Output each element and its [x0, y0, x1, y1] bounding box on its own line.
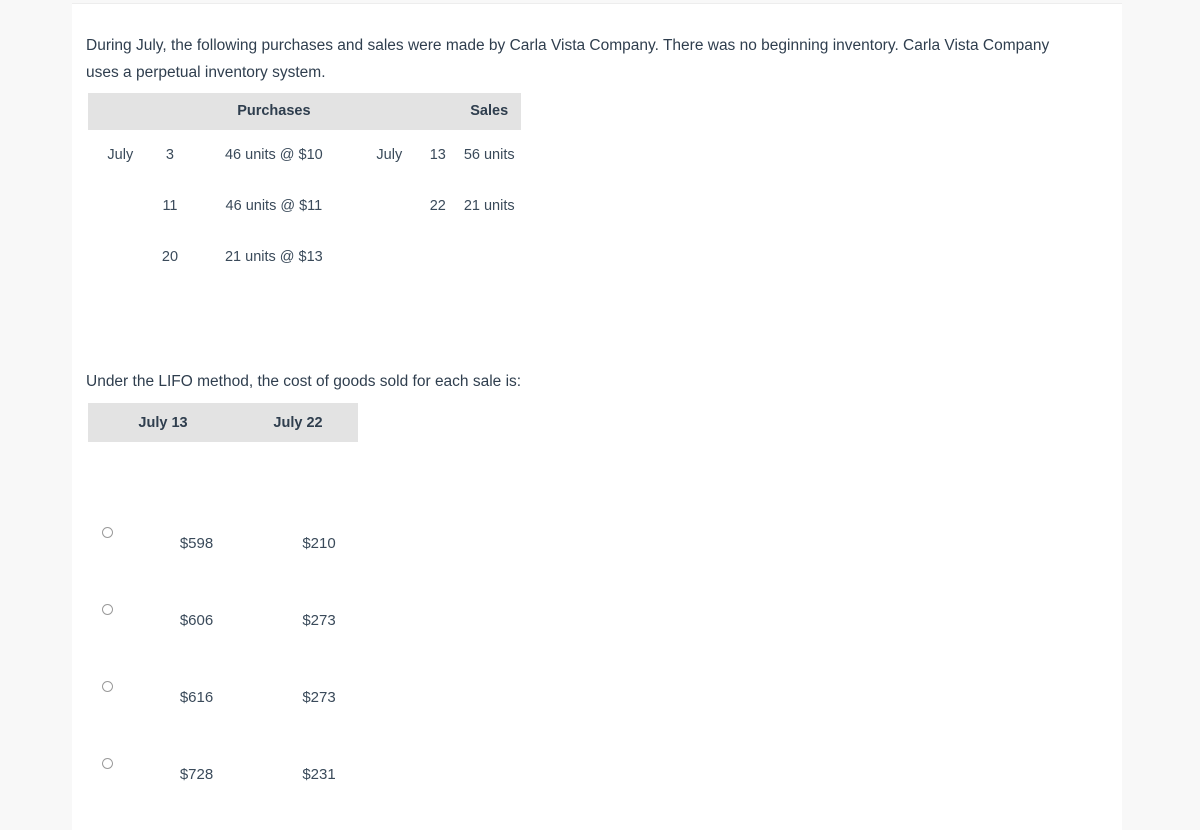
answer-option-3[interactable]: $616 $273 [88, 669, 408, 746]
cell-sale-detail: 56 units [463, 147, 515, 163]
answer-options-list: $598 $210 $606 $273 $616 $273 $728 $231 [88, 515, 408, 823]
answer-option-3-july-13: $616 [179, 689, 214, 706]
answer-option-1-july-22: $210 [302, 535, 336, 552]
answer-option-2[interactable]: $606 $273 [88, 592, 408, 669]
cell-sale-day [418, 232, 457, 283]
cell-purchase-month [88, 232, 153, 283]
header-blank-day [152, 93, 188, 130]
answer-option-4-values: $728 $231 [134, 766, 379, 783]
answer-option-3-values: $616 $273 [134, 689, 379, 706]
cell-purchase-detail: 21 units @ $13 [224, 249, 323, 265]
cell-purchase-day: 20 [161, 249, 179, 265]
cell-sale-detail: 21 units [463, 198, 515, 214]
table-row: 20 21 units @ $13 [88, 232, 521, 283]
answer-option-2-july-13: $606 [179, 612, 214, 629]
purchases-sales-table: Purchases Sales July 3 46 units @ $10 Ju… [88, 93, 521, 283]
answers-header-row: July 13 July 22 [88, 403, 358, 442]
answer-option-3-july-22: $273 [302, 689, 336, 706]
header-sales: Sales [457, 93, 521, 130]
answers-header-july-13: July 13 [138, 414, 188, 431]
lifo-question-prompt: Under the LIFO method, the cost of goods… [86, 372, 522, 390]
cell-purchase-day: 11 [162, 198, 178, 214]
cell-sale-month: July [376, 147, 403, 163]
answer-option-1-july-13: $598 [179, 535, 214, 552]
purchases-sales-table-head: Purchases Sales [88, 93, 521, 130]
cell-purchase-detail: 46 units @ $10 [224, 147, 323, 163]
question-card: During July, the following purchases and… [72, 3, 1122, 830]
cell-sale-detail [457, 232, 521, 283]
cell-sale-day: 13 [429, 147, 446, 163]
cell-purchase-month: July [107, 147, 134, 163]
table-row: 11 46 units @ $11 22 21 units [88, 181, 521, 232]
header-purchases: Purchases [187, 93, 361, 130]
table-row: July 3 46 units @ $10 July 13 56 units [88, 130, 521, 181]
cell-purchase-detail: 46 units @ $11 [225, 198, 323, 214]
answer-option-1-values: $598 $210 [134, 535, 379, 552]
answer-option-2-july-22: $273 [302, 612, 336, 629]
answer-option-2-values: $606 $273 [134, 612, 379, 629]
purchases-sales-table-body: July 3 46 units @ $10 July 13 56 units 1… [88, 130, 521, 283]
cell-sale-month [360, 181, 418, 232]
page-root: During July, the following purchases and… [0, 0, 1200, 830]
cell-purchase-month [88, 181, 153, 232]
header-blank-sale-month [360, 93, 419, 130]
table-header-row: Purchases Sales [88, 93, 521, 130]
header-blank-sale-day [418, 93, 458, 130]
header-blank-month [88, 93, 153, 130]
cell-sale-day: 22 [429, 198, 446, 214]
radio-button-icon-1[interactable] [102, 527, 113, 538]
answer-option-4-july-22: $231 [302, 766, 336, 783]
answers-section: July 13 July 22 $598 $210 $606 $273 $616… [88, 403, 358, 783]
answer-option-4[interactable]: $728 $231 [88, 746, 408, 823]
cell-sale-month [360, 232, 418, 283]
answer-option-1[interactable]: $598 $210 [88, 515, 408, 592]
question-intro-text: During July, the following purchases and… [86, 36, 1050, 81]
cell-purchase-day: 3 [165, 147, 174, 163]
answers-header-july-22: July 22 [273, 414, 323, 431]
radio-button-icon-4[interactable] [102, 758, 113, 769]
radio-button-icon-3[interactable] [102, 681, 113, 692]
answer-option-4-july-13: $728 [179, 766, 214, 783]
radio-button-icon-2[interactable] [102, 604, 113, 615]
